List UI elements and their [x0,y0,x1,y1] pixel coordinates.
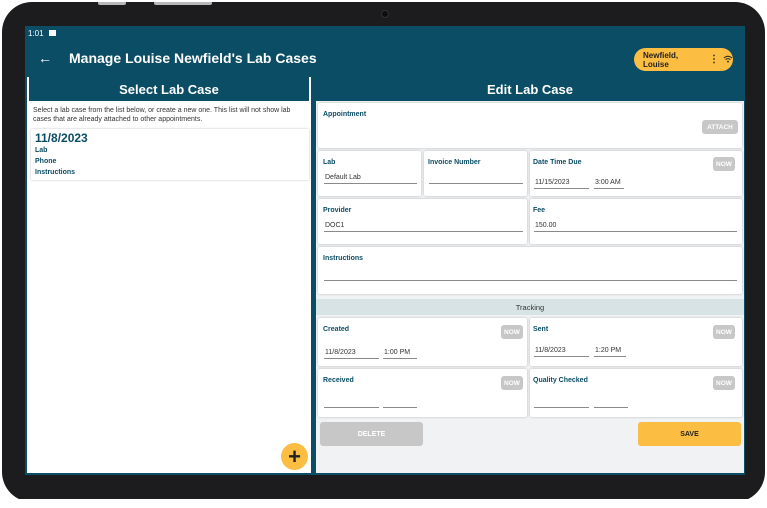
fee-label: Fee [533,207,546,214]
app-bar: ← Manage Louise Newfield's Lab Cases New… [25,40,745,76]
sent-label: Sent [533,326,549,333]
lab-field[interactable]: Default Lab [324,173,417,184]
edit-lab-case-panel: Edit Lab Case Appointment ATTACH Lab Def… [316,77,744,473]
status-time: 1:01 [28,28,44,38]
received-time-field[interactable] [383,397,417,408]
tracking-section-header: Tracking [316,299,744,315]
quality-checked-now-button[interactable]: NOW [713,376,735,390]
fee-card: Fee 150.00 [530,199,742,244]
due-date-field[interactable]: 11/15/2023 [534,178,589,189]
provider-card: Provider DOC1 [318,199,527,244]
lab-card: Lab Default Lab [318,151,421,196]
invoice-number-label: Invoice Number [428,159,481,166]
sent-time-field[interactable]: 1:20 PM [594,346,626,357]
quality-checked-label: Quality Checked [533,377,588,384]
case-instructions: Instructions [35,169,76,176]
page-title: Manage Louise Newfield's Lab Cases [69,50,317,66]
edit-lab-case-header: Edit Lab Case [316,77,744,101]
more-vert-icon: ⋮ [709,53,719,65]
provider-field[interactable]: DOC1 [324,221,523,232]
image-icon [48,30,56,36]
received-now-button[interactable]: NOW [501,376,523,390]
invoice-card: Invoice Number [424,151,527,196]
select-lab-case-panel: Select Lab Case Select a lab case from t… [27,77,311,473]
date-time-due-label: Date Time Due [533,159,582,166]
appointment-card: Appointment ATTACH [318,103,742,148]
received-card: Received NOW [318,369,527,417]
lab-case-list-item[interactable]: 11/8/2023 Lab Phone Instructions [31,129,309,180]
wifi-icon [723,55,733,65]
quality-checked-card: Quality Checked NOW [530,369,742,417]
power-button [154,2,212,5]
received-date-field[interactable] [324,397,379,408]
received-label: Received [323,377,354,384]
plus-icon: + [288,443,301,469]
user-name: Newfield, Louise [643,50,679,69]
sent-date-field[interactable]: 11/8/2023 [534,346,589,357]
created-now-button[interactable]: NOW [501,325,523,339]
provider-label: Provider [323,207,352,214]
tablet-frame: 1:01 ← Manage Louise Newfield's Lab Case… [2,2,765,502]
created-time-field[interactable]: 1:00 PM [383,348,417,359]
due-now-button[interactable]: NOW [713,157,735,171]
created-date-field[interactable]: 11/8/2023 [324,348,379,359]
created-label: Created [323,326,350,333]
app-screen: 1:01 ← Manage Louise Newfield's Lab Case… [25,26,745,475]
camera-icon [381,10,389,18]
created-card: Created NOW 11/8/2023 1:00 PM [318,318,527,366]
lab-label: Lab [323,159,336,166]
sent-now-button[interactable]: NOW [713,325,735,339]
select-instructions: Select a lab case from the list below, o… [33,107,291,123]
instructions-field[interactable] [324,270,737,281]
quality-checked-date-field[interactable] [534,397,589,408]
back-arrow-icon[interactable]: ← [30,50,60,66]
date-time-due-card: Date Time Due NOW 11/15/2023 3:00 AM [530,151,742,196]
instructions-label: Instructions [323,255,364,262]
user-menu-button[interactable]: Newfield, Louise ⋮ [634,48,733,71]
select-lab-case-header: Select Lab Case [29,77,309,101]
fee-field[interactable]: 150.00 [534,221,737,232]
sent-card: Sent NOW 11/8/2023 1:20 PM [530,318,742,366]
save-button[interactable]: SAVE [638,422,741,446]
add-lab-case-button[interactable]: + [281,443,308,470]
background-strip [0,499,767,508]
delete-button[interactable]: DELETE [320,422,423,446]
case-lab: Lab [35,147,48,154]
quality-checked-time-field[interactable] [594,397,628,408]
attach-button[interactable]: ATTACH [702,120,738,134]
volume-button [98,2,126,5]
case-phone: Phone [35,158,57,165]
due-time-field[interactable]: 3:00 AM [594,178,624,189]
case-date: 11/8/2023 [35,131,88,145]
invoice-number-field[interactable] [429,173,523,184]
instructions-card: Instructions [318,247,742,294]
appointment-label: Appointment [323,111,367,118]
status-bar: 1:01 [25,26,745,40]
